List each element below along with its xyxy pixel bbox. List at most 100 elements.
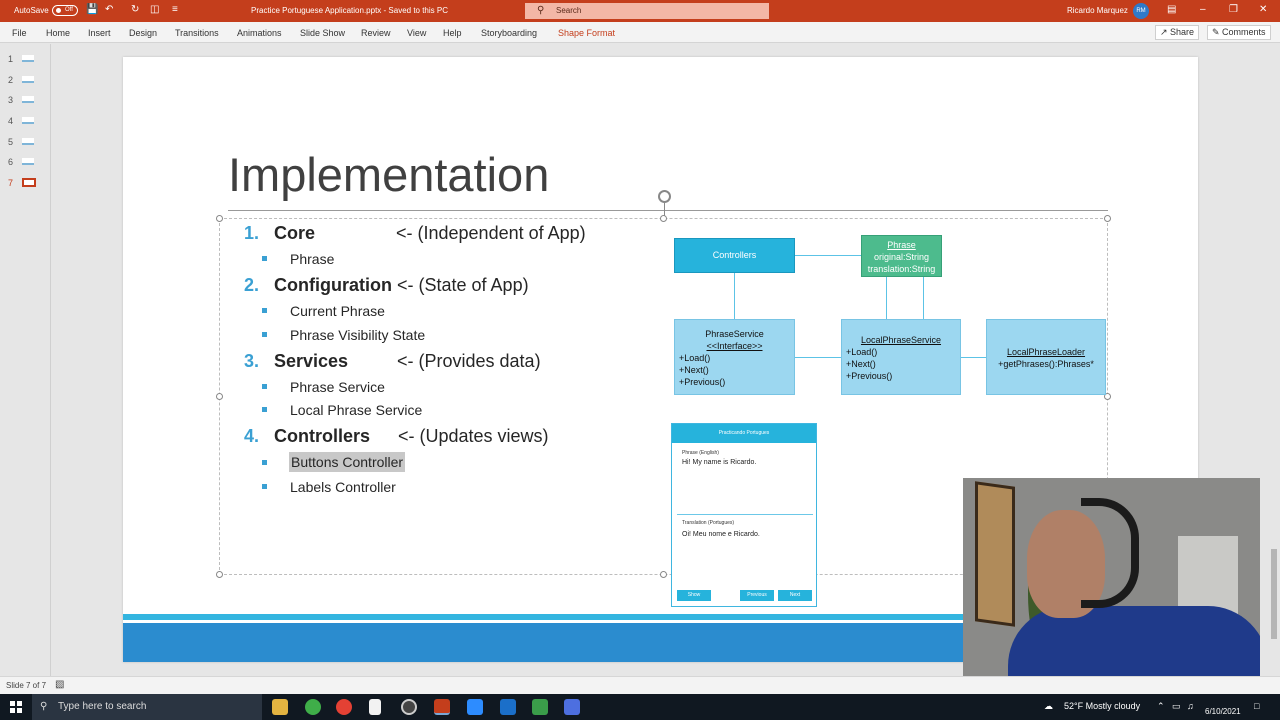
taskbar-search-input[interactable]: ⚲ Type here to search — [32, 694, 262, 720]
document-icon[interactable] — [369, 699, 381, 715]
user-name[interactable]: Ricardo Marquez — [1067, 6, 1128, 15]
list-subitem: Local Phrase Service — [290, 402, 423, 418]
search-icon: ⚲ — [40, 701, 48, 712]
uml-phrase-box[interactable]: Phrase original:String translation:Strin… — [861, 235, 942, 277]
slide-thumbnail[interactable]: 4 — [8, 116, 34, 126]
search-placeholder: Search — [556, 6, 582, 15]
document-title[interactable]: Practice Portuguese Application.pptx - S… — [251, 6, 448, 15]
network-icon[interactable]: ▭ — [1172, 701, 1181, 712]
list-subitem: Labels Controller — [290, 479, 396, 495]
file-explorer-icon[interactable] — [272, 699, 288, 715]
rotate-handle-icon[interactable] — [658, 190, 671, 203]
uml-connector — [734, 272, 735, 319]
uml-attribute: translation:String — [867, 264, 936, 274]
mockup-value: Oi! Meu nome e Ricardo. — [682, 531, 760, 538]
comments-button[interactable]: ✎ Comments — [1207, 25, 1271, 40]
resize-handle[interactable] — [660, 215, 667, 222]
resize-handle[interactable] — [216, 571, 223, 578]
resize-handle[interactable] — [660, 571, 667, 578]
uml-phraseservice-box[interactable]: PhraseService <<Interface>> +Load() +Nex… — [674, 319, 795, 395]
tab-home[interactable]: Home — [46, 28, 70, 38]
slide-thumbnail[interactable]: 3 — [8, 95, 34, 105]
zoom-icon[interactable] — [467, 699, 483, 715]
resize-handle[interactable] — [216, 393, 223, 400]
powerpoint-icon[interactable] — [434, 699, 450, 715]
mockup-label: Translation (Portugues) — [682, 520, 735, 526]
volume-icon[interactable]: ♫ — [1187, 701, 1194, 711]
scrollbar-thumb[interactable] — [1271, 549, 1277, 639]
notepadpp-icon[interactable] — [532, 699, 548, 715]
customize-qat-icon[interactable]: ≡ — [172, 4, 178, 15]
tab-design[interactable]: Design — [129, 28, 157, 38]
uml-localphraseservice-box[interactable]: LocalPhraseService +Load() +Next() +Prev… — [841, 319, 961, 395]
list-subitem-selected[interactable]: Buttons Controller — [289, 452, 406, 472]
tab-transitions[interactable]: Transitions — [175, 28, 219, 38]
uml-method: +Next() — [679, 365, 709, 375]
tray-chevron-icon[interactable]: ⌃ — [1157, 701, 1165, 712]
tab-shape-format[interactable]: Shape Format — [558, 28, 615, 38]
uml-method: +Load() — [679, 353, 711, 363]
notification-icon[interactable]: □ — [1254, 701, 1259, 711]
app-icon[interactable] — [564, 699, 580, 715]
clover-app-icon[interactable] — [305, 699, 321, 715]
slide-thumbnail-panel: 1 2 3 4 5 6 7 — [0, 44, 51, 676]
vertical-scrollbar[interactable] — [1268, 44, 1280, 676]
restore-icon[interactable]: ❐ — [1229, 4, 1238, 15]
accessibility-icon[interactable]: ▧ — [55, 679, 64, 690]
present-icon[interactable]: ◫ — [150, 4, 159, 15]
slide-thumbnail-active[interactable]: 7 — [8, 178, 36, 188]
resize-handle[interactable] — [216, 215, 223, 222]
clock-date[interactable]: 6/10/2021 — [1205, 707, 1241, 716]
slide-number: 1 — [8, 54, 14, 64]
list-subitem: Phrase Visibility State — [290, 327, 426, 343]
mockup-title: Practicando Portugues — [672, 424, 816, 443]
autosave-toggle[interactable]: Off — [52, 5, 78, 16]
tab-slide-show[interactable]: Slide Show — [300, 28, 345, 38]
mockup-divider — [677, 514, 813, 515]
bullet-icon — [262, 484, 267, 489]
windows-start-icon[interactable] — [10, 701, 22, 713]
mockup-previous-button: Previous — [740, 590, 774, 601]
redo-icon[interactable]: ↻ — [131, 4, 139, 15]
save-icon[interactable]: 💾 — [86, 4, 98, 15]
uml-localphraseloader-box[interactable]: LocalPhraseLoader +getPhrases():Phrases* — [986, 319, 1106, 395]
outlook-icon[interactable] — [500, 699, 516, 715]
resize-handle[interactable] — [1104, 215, 1111, 222]
slide-thumbnail[interactable]: 2 — [8, 75, 34, 85]
minimize-icon[interactable]: – — [1200, 4, 1206, 15]
list-note: <- (Updates views) — [398, 426, 549, 446]
close-icon[interactable]: ✕ — [1259, 4, 1267, 15]
ribbon-display-icon[interactable]: ▤ — [1167, 4, 1176, 15]
list-subitem: Current Phrase — [290, 303, 385, 319]
tab-help[interactable]: Help — [443, 28, 462, 38]
slide-number: 6 — [8, 157, 14, 167]
taskbar-search-placeholder: Type here to search — [58, 701, 147, 712]
tab-file[interactable]: File — [12, 28, 27, 38]
tab-insert[interactable]: Insert — [88, 28, 111, 38]
ribbon-tabs: File Home Insert Design Transitions Anim… — [0, 22, 1280, 43]
obs-icon[interactable] — [401, 699, 417, 715]
slide-number: 2 — [8, 75, 14, 85]
slide-title[interactable]: Implementation — [228, 147, 549, 202]
tab-view[interactable]: View — [407, 28, 426, 38]
title-bar: AutoSave Off 💾 ↶ ↻ ◫ ≡ Practice Portugue… — [0, 0, 1280, 22]
search-input[interactable]: ⚲ Search — [525, 3, 769, 19]
app-mockup[interactable]: Practicando Portugues Phrase (English) H… — [671, 423, 817, 607]
slide-thumbnail[interactable]: 6 — [8, 157, 34, 167]
slide-thumbnail[interactable]: 1 — [8, 54, 34, 64]
tab-storyboarding[interactable]: Storyboarding — [481, 28, 537, 38]
uml-class-name: PhraseService — [705, 329, 764, 339]
tab-animations[interactable]: Animations — [237, 28, 282, 38]
status-bar: Slide 7 of 7 ▧ — [0, 676, 1280, 694]
tab-review[interactable]: Review — [361, 28, 391, 38]
chrome-icon[interactable] — [336, 699, 352, 715]
uml-method: +getPhrases():Phrases* — [998, 359, 1094, 369]
share-button[interactable]: ↗ Share — [1155, 25, 1200, 40]
weather-text[interactable]: 52°F Mostly cloudy — [1064, 701, 1140, 711]
slide-thumbnail[interactable]: 5 — [8, 137, 34, 147]
uml-method: +Next() — [846, 359, 876, 369]
uml-controllers-box[interactable]: Controllers — [674, 238, 795, 273]
uml-class-name: Phrase — [887, 240, 916, 250]
undo-icon[interactable]: ↶ — [105, 4, 113, 15]
avatar[interactable]: RM — [1133, 3, 1149, 19]
